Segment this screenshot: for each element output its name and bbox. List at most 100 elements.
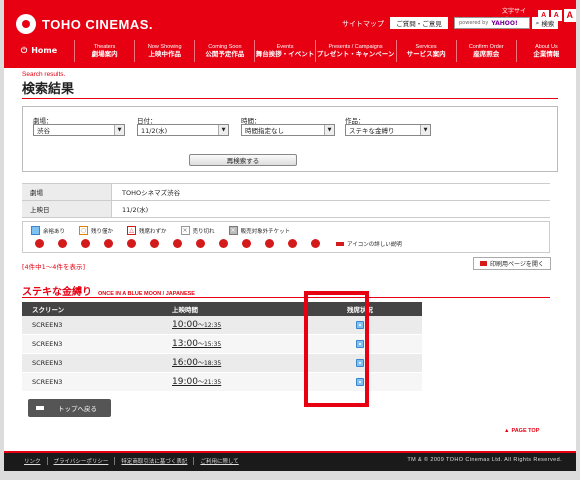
sitemap-link[interactable]: サイトマップ — [342, 19, 384, 29]
movie-select[interactable]: ステキな金縛り ▼ — [345, 124, 431, 136]
search-input[interactable]: powered by YAHOO! — [454, 17, 530, 29]
chevron-down-icon: ▼ — [114, 125, 124, 135]
date-select[interactable]: 11/2(水) ▼ — [137, 124, 229, 136]
few-left-icon: ○ — [79, 226, 89, 235]
service-icon — [127, 239, 136, 248]
service-icon — [219, 239, 228, 248]
selection-info-table: 劇場 TOHOシネマズ渋谷 上映日 11/2(水) — [22, 183, 550, 218]
showtime-link[interactable]: 10:00～12:35 — [168, 320, 298, 330]
nav-home-label: Home — [31, 46, 58, 55]
font-size-large-button[interactable]: A — [563, 8, 576, 22]
footer-link[interactable]: ご利用に際して — [193, 457, 244, 465]
arrow-icon — [336, 241, 344, 246]
footer-link[interactable]: 特定商取引法に基づく表記 — [114, 457, 193, 465]
print-label: 印刷用ページを開く — [490, 261, 544, 268]
seat-status-highlight — [304, 291, 369, 407]
chevron-down-icon: ▼ — [324, 125, 334, 135]
nav-presents[interactable]: Presents / Campaigns プレゼント・キャンペーン — [314, 40, 396, 62]
nav-home[interactable]: ⏻ Home — [4, 40, 74, 62]
showtime-link[interactable]: 19:00～21:35 — [168, 377, 298, 387]
search-button[interactable]: ⌕ 検索 — [532, 17, 558, 29]
theater-select[interactable]: 渋谷 ▼ — [33, 124, 125, 136]
time-value: 時間指定なし — [245, 127, 284, 135]
theater-value: 渋谷 — [37, 127, 50, 135]
nav-jp: 公開予定作品 — [205, 50, 245, 59]
service-icon — [288, 239, 297, 248]
movie-divider — [22, 297, 550, 298]
movie-title-jp[interactable]: ステキな金縛り — [22, 283, 92, 298]
page-title: 検索結果 — [22, 82, 75, 97]
nav-services[interactable]: Services サービス案内 — [395, 40, 456, 62]
legend-label: 残り僅か — [91, 228, 114, 235]
column-header: 上映時間 — [172, 306, 198, 314]
available-icon — [31, 226, 40, 235]
showtime-link[interactable]: 13:00～15:35 — [168, 339, 298, 349]
nav-jp: プレゼント・キャンペーン — [316, 50, 395, 59]
footer-link[interactable]: リンク — [18, 457, 47, 465]
search-button-label: 検索 — [541, 20, 555, 28]
nav-about-us[interactable]: About Us 企業情報 — [515, 40, 576, 62]
legend-item: 余裕あり — [31, 226, 65, 235]
service-icon — [58, 239, 67, 248]
nav-jp: サービス案内 — [406, 50, 446, 59]
legend-item: △ 残席わずか — [127, 226, 167, 235]
logo-mark-icon — [16, 14, 36, 34]
back-arrow-icon — [36, 406, 44, 410]
footer-link[interactable]: プライバシーポリシー — [46, 457, 115, 465]
service-icon — [311, 239, 320, 248]
showtime-end: ～12:35 — [197, 322, 222, 329]
page-top-link[interactable]: ▲ PAGE TOP — [504, 428, 539, 434]
power-icon: ⏻ — [20, 46, 28, 55]
nav-now-showing[interactable]: Now Showing 上映中作品 — [134, 40, 194, 62]
nav-coming-soon[interactable]: Coming Soon 公開予定作品 — [194, 40, 254, 62]
research-button[interactable]: 再検索する — [189, 154, 297, 166]
back-to-top-button[interactable]: トップへ戻る — [28, 399, 111, 417]
nav-events[interactable]: Events 舞台挨拶・イベント — [254, 40, 314, 62]
service-icon — [150, 239, 159, 248]
legend-item: × 売り切れ — [180, 226, 215, 235]
search-placeholder: powered by — [459, 20, 489, 26]
print-button[interactable]: 印刷用ページを開く — [473, 257, 551, 270]
legend-item: ○ 残り僅か — [79, 226, 113, 235]
nav-jp: 劇場案内 — [91, 50, 118, 59]
search-icon: ⌕ — [535, 18, 540, 27]
legend-label: 販売対象外チケット — [240, 228, 291, 235]
icon-legend: 余裕あり ○ 残り僅か △ 残席わずか × 売り切れ × 販売対象外チケット ア… — [22, 221, 550, 253]
caret-up-icon: ▲ — [504, 428, 510, 434]
date-value: 11/2(水) — [141, 127, 168, 135]
chevron-down-icon: ▼ — [420, 125, 430, 135]
site-logo[interactable]: TOHO CINEMAS. — [16, 14, 153, 34]
info-row-date: 上映日 11/2(水) — [22, 201, 550, 218]
showtime-start: 10:00 — [172, 320, 198, 330]
showtime-link[interactable]: 16:00～18:35 — [168, 358, 298, 368]
nav-theaters[interactable]: Theaters 劇場案内 — [74, 40, 134, 62]
nav-jp: 企業情報 — [533, 50, 560, 59]
icon-detail-link[interactable]: アイコンの詳しい説明 — [336, 240, 402, 248]
page-title-en: Search results. — [22, 71, 66, 78]
time-select[interactable]: 時間指定なし ▼ — [241, 124, 335, 136]
service-icon — [104, 239, 113, 248]
icon-detail-label: アイコンの詳しい説明 — [347, 241, 402, 248]
info-key: 上映日 — [22, 201, 112, 217]
showtime-end: ～21:35 — [197, 379, 222, 386]
service-icon — [242, 239, 251, 248]
almost-full-icon: △ — [127, 226, 137, 235]
nav-jp: 上映中作品 — [148, 50, 181, 59]
nav-jp: 舞台挨拶・イベント — [255, 50, 315, 59]
showtime-start: 19:00 — [172, 377, 198, 387]
footer-accent-line — [4, 451, 576, 453]
legend-label: 残席わずか — [139, 228, 167, 235]
movie-title: ステキな金縛り ONCE IN A BLUE MOON / JAPANESE — [22, 283, 195, 298]
title-divider — [22, 98, 558, 99]
faq-link[interactable]: ご質問・ご意見 — [390, 17, 448, 29]
showtime-start: 13:00 — [172, 339, 198, 349]
nav-confirm-order[interactable]: Confirm Order 座席照会 — [455, 40, 516, 62]
no-ticket-icon: × — [228, 226, 238, 235]
nav-jp: 座席照会 — [473, 50, 500, 59]
info-value: TOHOシネマズ渋谷 — [122, 189, 181, 197]
service-icon — [81, 239, 90, 248]
chevron-down-icon: ▼ — [218, 125, 228, 135]
info-value: 11/2(水) — [122, 206, 149, 214]
info-key: 劇場 — [22, 184, 112, 200]
service-icon — [196, 239, 205, 248]
